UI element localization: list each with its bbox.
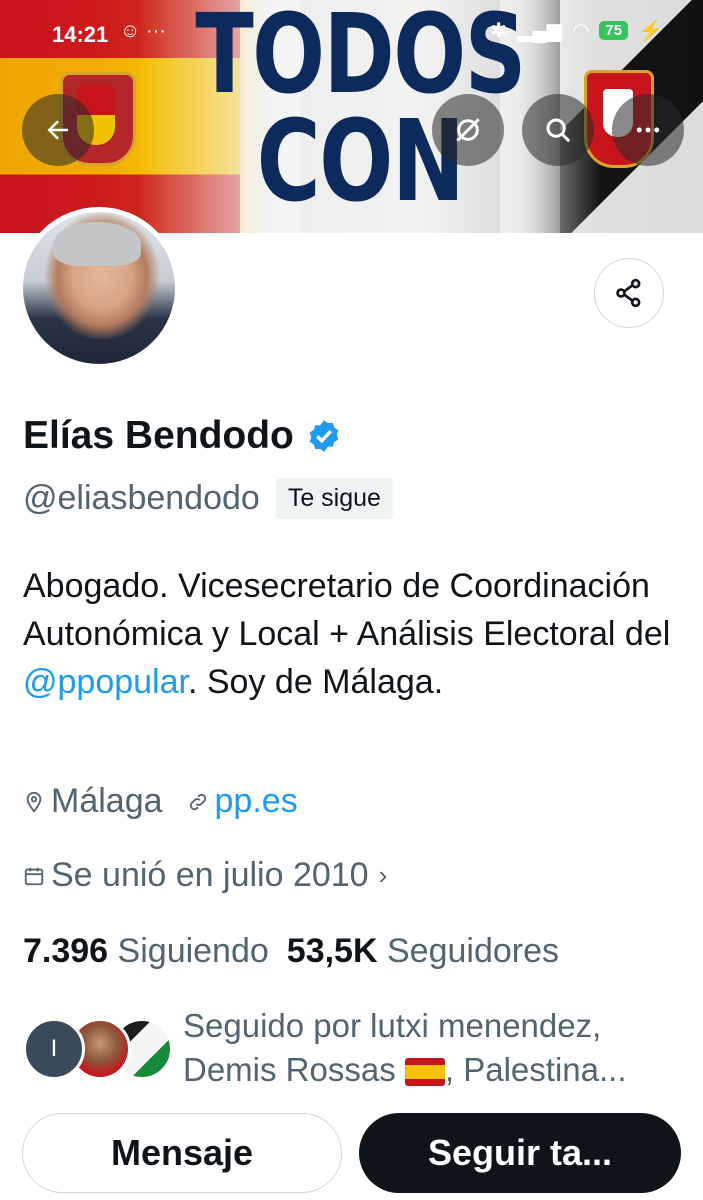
profile-bio: Abogado. Vicesecretario de Coordinación …	[23, 562, 688, 706]
search-icon	[546, 118, 571, 143]
signal-icon: ▂▄▆	[517, 20, 562, 42]
grok-icon	[456, 118, 480, 142]
message-button[interactable]: Mensaje	[22, 1113, 342, 1193]
charging-icon: ⚡	[638, 20, 663, 42]
profile-meta-row: Málaga pp.es	[23, 782, 298, 821]
status-right: ✱ ▂▄▆ ◠ 75 ⚡	[490, 18, 663, 43]
following-count: 7.396	[23, 932, 109, 970]
followers-label: Seguidores	[386, 932, 559, 970]
follower-avatars: I	[23, 1018, 173, 1080]
handle-row: @eliasbendodo Te sigue	[23, 478, 393, 519]
status-bar: 14:21 ☺ ··· ✱ ▂▄▆ ◠ 75 ⚡	[0, 0, 703, 70]
bio-text-end: . Soy de Málaga.	[187, 663, 444, 701]
follow-back-button[interactable]: Seguir ta...	[359, 1113, 681, 1193]
profile-joined-date: Se unió en julio 2010	[51, 856, 369, 894]
back-button[interactable]	[22, 94, 94, 166]
link-icon	[189, 793, 206, 810]
more-button[interactable]	[612, 94, 684, 166]
followed-by-section[interactable]: I Seguido por lutxi menendez, Demis Ross…	[23, 1004, 683, 1094]
wifi-icon: ◠	[571, 20, 590, 42]
following-label: Siguiendo	[117, 932, 269, 970]
calendar-icon	[24, 867, 44, 885]
followed-by-text: Seguido por lutxi menendez, Demis Rossas…	[183, 1004, 683, 1092]
followers-link[interactable]: 53,5K Seguidores	[287, 932, 559, 971]
spain-flag-emoji-icon	[404, 1058, 445, 1087]
arrow-left-icon	[47, 120, 68, 140]
share-button[interactable]	[594, 258, 664, 328]
grok-button[interactable]	[432, 94, 504, 166]
avatar-hair	[53, 222, 141, 266]
follower-avatar-1: I	[23, 1018, 85, 1080]
more-icon	[636, 127, 660, 133]
avatar[interactable]	[18, 207, 180, 369]
chevron-right-icon: ›	[378, 860, 388, 890]
bio-text-start: Abogado. Vicesecretario de Coordinación …	[23, 567, 671, 653]
notification-icons: ☺ ···	[120, 20, 166, 42]
battery-indicator: 75	[599, 21, 629, 40]
search-button[interactable]	[522, 94, 594, 166]
profile-location: Málaga	[51, 782, 163, 820]
follow-counts: 7.396 Siguiendo 53,5K Seguidores	[23, 932, 559, 971]
bluetooth-icon: ✱	[490, 20, 508, 42]
following-link[interactable]: 7.396 Siguiendo	[23, 932, 269, 971]
bio-mention-link[interactable]: @ppopular	[23, 663, 188, 701]
share-icon	[616, 278, 641, 308]
profile-name: Elías Bendodo	[23, 414, 342, 458]
followed-by-names-end: , Palestina...	[444, 1051, 627, 1088]
status-time: 14:21	[52, 22, 109, 47]
profile-joined-row[interactable]: Se unió en julio 2010 ›	[23, 856, 387, 895]
location-pin-icon	[26, 791, 42, 813]
profile-name-text: Elías Bendodo	[23, 414, 294, 457]
follows-you-badge: Te sigue	[275, 478, 393, 519]
profile-handle: @eliasbendodo	[23, 479, 260, 517]
profile-website-link[interactable]: pp.es	[215, 782, 298, 821]
followers-count: 53,5K	[286, 932, 378, 970]
follower-initial: I	[50, 1035, 58, 1062]
verified-badge-icon[interactable]	[306, 418, 342, 454]
